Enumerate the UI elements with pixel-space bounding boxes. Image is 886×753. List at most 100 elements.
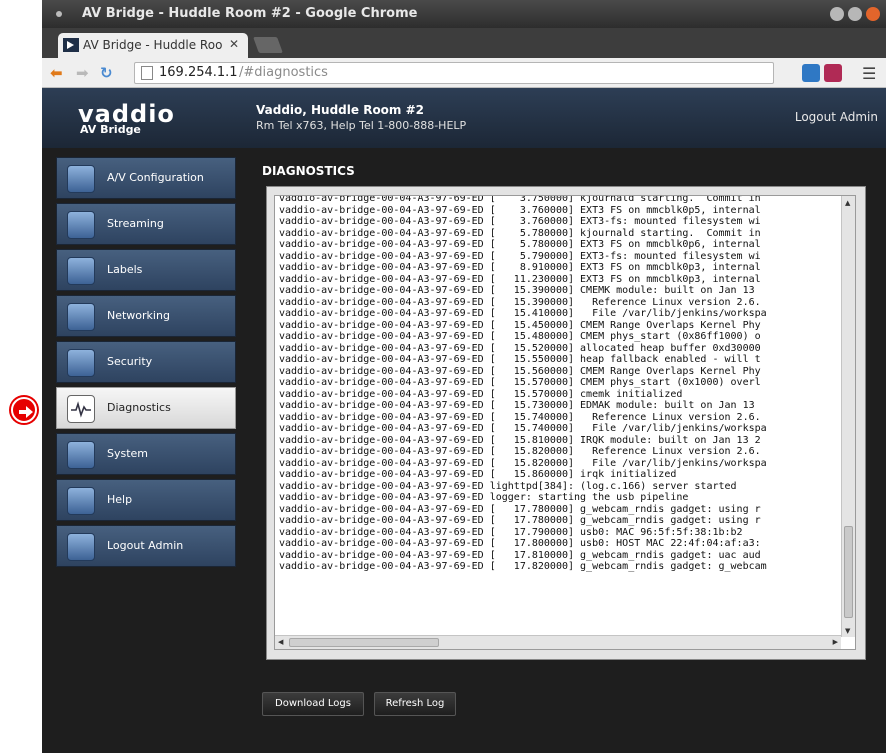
av-bridge-app: vaddio AV Bridge Vaddio, Huddle Room #2 …: [42, 88, 886, 753]
browser-tab[interactable]: AV Bridge - Huddle Roo ✕: [58, 33, 248, 58]
log-line: vaddio-av-bridge-00-04-A3-97-69-ED [ 17.…: [279, 515, 761, 526]
sidebar-item-label: A/V Configuration: [107, 171, 204, 184]
log-line: vaddio-av-bridge-00-04-A3-97-69-ED [ 15.…: [279, 342, 761, 354]
log-line: vaddio-av-bridge-00-04-A3-97-69-ED [ 3.7…: [279, 195, 761, 204]
log-line: vaddio-av-bridge-00-04-A3-97-69-ED [ 5.7…: [279, 250, 761, 262]
extension-app-icon[interactable]: [824, 64, 842, 82]
log-line: vaddio-av-bridge-00-04-A3-97-69-ED [ 15.…: [279, 377, 761, 388]
url-host: 169.254.1.1: [159, 65, 238, 80]
room-title: Vaddio, Huddle Room #2: [256, 103, 425, 117]
networking-icon: [67, 303, 95, 331]
maximize-button[interactable]: [848, 7, 862, 21]
window-menu-icon[interactable]: [56, 11, 62, 17]
log-textarea[interactable]: vaddio-av-bridge-00-04-A3-97-69-ED [ 3.7…: [274, 195, 856, 650]
log-lines: vaddio-av-bridge-00-04-A3-97-69-ED [ 3.7…: [279, 195, 834, 639]
log-line: vaddio-av-bridge-00-04-A3-97-69-ED [ 15.…: [279, 354, 761, 365]
sidebar-item-label: Security: [107, 355, 153, 368]
callout-arrow-diagnostics-icon: [11, 397, 37, 423]
system-icon: [67, 441, 95, 469]
streaming-icon: [67, 211, 95, 239]
tab-close-icon[interactable]: ✕: [229, 37, 239, 51]
log-line: vaddio-av-bridge-00-04-A3-97-69-ED [ 15.…: [279, 388, 683, 400]
refresh-log-button[interactable]: Refresh Log: [374, 692, 456, 716]
log-vertical-scrollbar[interactable]: ▲ ▼: [841, 196, 855, 637]
log-line: vaddio-av-bridge-00-04-A3-97-69-ED [ 15.…: [279, 457, 767, 469]
help-icon: [67, 487, 95, 515]
logout-icon: [67, 533, 95, 561]
sidebar-item-help[interactable]: Help: [56, 479, 236, 521]
scroll-down-icon[interactable]: ▼: [845, 627, 850, 635]
log-line: vaddio-av-bridge-00-04-A3-97-69-ED [ 5.7…: [279, 239, 761, 250]
log-line: vaddio-av-bridge-00-04-A3-97-69-ED [ 17.…: [279, 526, 743, 538]
url-path: /#diagnostics: [239, 65, 328, 80]
av-config-icon: [67, 165, 95, 193]
room-phones: Rm Tel x763, Help Tel 1-800-888-HELP: [256, 119, 467, 132]
product-name: AV Bridge: [80, 123, 141, 136]
download-logs-button[interactable]: Download Logs: [262, 692, 364, 716]
log-horizontal-scrollbar[interactable]: ◀ ▶: [275, 635, 841, 649]
log-line: vaddio-av-bridge-00-04-A3-97-69-ED [ 17.…: [279, 549, 761, 561]
back-arrow-icon[interactable]: ⬅: [50, 65, 63, 81]
browser-toolbar: ⬅ ➡ ↻ 169.254.1.1 /#diagnostics ☰: [42, 58, 886, 88]
chrome-menu-icon[interactable]: ☰: [862, 64, 876, 83]
sidebar-item-label: Streaming: [107, 217, 164, 230]
close-window-button[interactable]: [866, 7, 880, 21]
sidebar-item-label: Help: [107, 493, 133, 506]
sidebar-item-label: Labels: [107, 263, 143, 276]
log-line: vaddio-av-bridge-00-04-A3-97-69-ED [ 15.…: [279, 400, 755, 411]
tab-title: AV Bridge - Huddle Roo: [83, 38, 223, 52]
labels-icon: [67, 257, 95, 285]
log-line: vaddio-av-bridge-00-04-A3-97-69-ED [ 15.…: [279, 296, 761, 308]
new-tab-button[interactable]: [253, 37, 283, 53]
log-line: vaddio-av-bridge-00-04-A3-97-69-ED [ 15.…: [279, 331, 761, 342]
scroll-left-icon[interactable]: ◀: [278, 638, 283, 646]
window-titlebar: AV Bridge - Huddle Room #2 - Google Chro…: [42, 0, 886, 28]
diagnostics-icon: [67, 395, 95, 423]
scroll-right-icon[interactable]: ▶: [833, 638, 838, 646]
sidebar-item-networking[interactable]: Networking: [56, 295, 236, 337]
log-line: vaddio-av-bridge-00-04-A3-97-69-ED [ 17.…: [279, 561, 767, 572]
sidebar-nav: A/V Configuration Streaming Labels Netwo…: [56, 157, 236, 571]
sidebar-item-label: Networking: [107, 309, 170, 322]
log-line: vaddio-av-bridge-00-04-A3-97-69-ED [ 17.…: [279, 538, 761, 549]
log-line: vaddio-av-bridge-00-04-A3-97-69-ED [ 15.…: [279, 446, 761, 457]
scroll-up-icon[interactable]: ▲: [845, 199, 850, 207]
log-line: vaddio-av-bridge-00-04-A3-97-69-ED [ 5.7…: [279, 227, 761, 239]
logout-link[interactable]: Logout Admin: [795, 110, 878, 124]
security-icon: [67, 349, 95, 377]
browser-window: AV Bridge - Huddle Room #2 - Google Chro…: [42, 0, 886, 753]
log-line: vaddio-av-bridge-00-04-A3-97-69-ED [ 15.…: [279, 423, 767, 434]
log-line: vaddio-av-bridge-00-04-A3-97-69-ED [ 3.7…: [279, 204, 761, 216]
sidebar-item-diagnostics[interactable]: Diagnostics: [56, 387, 236, 429]
scrollbar-thumb[interactable]: [289, 638, 439, 647]
vaddio-favicon-icon: [63, 38, 79, 52]
sidebar-item-security[interactable]: Security: [56, 341, 236, 383]
reload-icon[interactable]: ↻: [100, 65, 113, 81]
log-line: vaddio-av-bridge-00-04-A3-97-69-ED [ 15.…: [279, 308, 767, 319]
sidebar-item-labels[interactable]: Labels: [56, 249, 236, 291]
sidebar-item-streaming[interactable]: Streaming: [56, 203, 236, 245]
log-line: vaddio-av-bridge-00-04-A3-97-69-ED [ 11.…: [279, 273, 761, 285]
page-title: DIAGNOSTICS: [262, 164, 355, 178]
log-line: vaddio-av-bridge-00-04-A3-97-69-ED [ 15.…: [279, 411, 761, 423]
log-line: vaddio-av-bridge-00-04-A3-97-69-ED [ 8.9…: [279, 262, 761, 273]
minimize-button[interactable]: [830, 7, 844, 21]
log-line: vaddio-av-bridge-00-04-A3-97-69-ED logge…: [279, 492, 689, 503]
scrollbar-thumb[interactable]: [844, 526, 853, 618]
sidebar-item-system[interactable]: System: [56, 433, 236, 475]
log-line: vaddio-av-bridge-00-04-A3-97-69-ED light…: [279, 480, 737, 492]
page-icon: [141, 66, 153, 80]
forward-arrow-icon[interactable]: ➡: [76, 65, 89, 81]
sidebar-item-logout[interactable]: Logout Admin: [56, 525, 236, 567]
log-line: vaddio-av-bridge-00-04-A3-97-69-ED [ 15.…: [279, 365, 761, 377]
log-line: vaddio-av-bridge-00-04-A3-97-69-ED [ 15.…: [279, 319, 761, 331]
sidebar-item-av-configuration[interactable]: A/V Configuration: [56, 157, 236, 199]
log-line: vaddio-av-bridge-00-04-A3-97-69-ED [ 15.…: [279, 285, 755, 296]
log-line: vaddio-av-bridge-00-04-A3-97-69-ED [ 15.…: [279, 434, 761, 446]
log-line: vaddio-av-bridge-00-04-A3-97-69-ED [ 15.…: [279, 469, 677, 480]
app-header: vaddio AV Bridge Vaddio, Huddle Room #2 …: [42, 88, 886, 148]
extension-monitor-icon[interactable]: [802, 64, 820, 82]
address-bar[interactable]: 169.254.1.1 /#diagnostics: [134, 62, 774, 84]
sidebar-item-label: Diagnostics: [107, 401, 171, 414]
log-line: vaddio-av-bridge-00-04-A3-97-69-ED [ 3.7…: [279, 216, 761, 227]
